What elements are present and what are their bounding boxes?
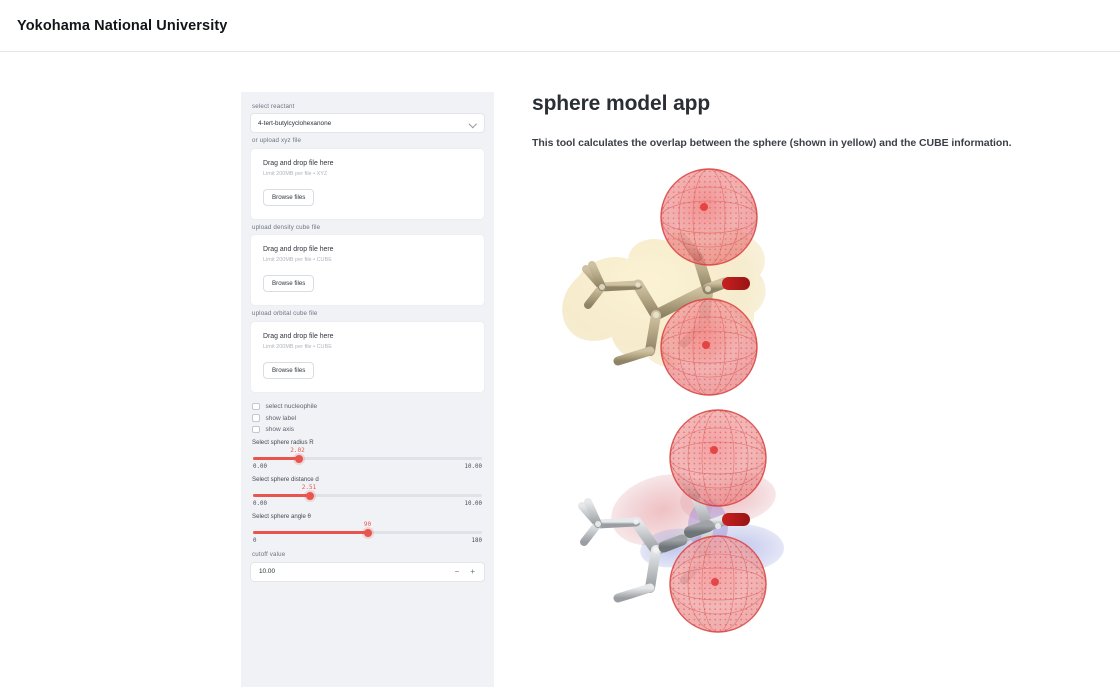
cutoff-number-input[interactable]: 10.00 − +	[250, 561, 485, 582]
density-cube-dropzone[interactable]: Drag and drop file here Limit 200MB per …	[250, 234, 485, 307]
slider-thumb[interactable]	[306, 491, 315, 500]
reactant-selected-value: 4-tert-butylcyclohexanone	[258, 119, 332, 127]
slider-max: 10.00	[464, 501, 482, 508]
reactant-label: select reactant	[252, 103, 295, 110]
slider-thumb[interactable]	[363, 528, 372, 537]
oxygen-atom	[722, 513, 750, 526]
density-cube-view[interactable]	[532, 165, 1120, 400]
chevron-down-icon	[470, 120, 477, 127]
slider-track-sphere-distance[interactable]	[253, 491, 482, 500]
slider-value: 2.02	[290, 447, 305, 455]
main-content: sphere model app This tool calculates th…	[532, 92, 1120, 635]
visualization-stack	[532, 165, 1120, 635]
slider-group-sphere-radius: Select sphere radius R 2.02 0.00 10.00	[250, 439, 485, 470]
density-cube-uploader-label: upload density cube file	[252, 223, 321, 231]
checkbox-icon	[252, 402, 260, 411]
checkbox-label: select nucleophile	[265, 403, 318, 410]
checkbox-show-label[interactable]: show label	[252, 414, 485, 422]
sphere-lower	[660, 298, 758, 396]
browse-files-button[interactable]: Browse files	[263, 188, 315, 206]
app-subtitle: This tool calculates the overlap between…	[532, 137, 1012, 149]
slider-fill	[253, 494, 311, 498]
browse-files-button[interactable]: Browse files	[263, 275, 315, 293]
density-molecule-svg	[562, 168, 766, 396]
slider-max: 10.00	[464, 464, 482, 471]
app-header: Yokohama National University	[0, 0, 1120, 52]
sidebar: select reactant 4-tert-butylcyclohexanon…	[241, 92, 494, 687]
checkbox-select-nucleophile[interactable]: select nucleophile	[252, 402, 485, 411]
slider-group-sphere-distance: Select sphere distance d 2.51 0.00 10.00	[250, 476, 485, 507]
orbital-molecule-svg	[578, 409, 784, 633]
slider-min: 0.00	[253, 464, 267, 471]
slider-label: Select sphere radius R	[252, 439, 314, 447]
cutoff-decrement-button[interactable]: −	[455, 567, 460, 576]
checkbox-icon	[252, 414, 260, 422]
dropzone-limit-text: Limit 200MB per file • CUBE	[263, 343, 332, 350]
browse-files-button[interactable]: Browse files	[263, 361, 315, 379]
slider-max: 180	[471, 538, 482, 545]
checkbox-icon	[252, 425, 260, 434]
dropzone-limit-text: Limit 200MB per file • XYZ	[263, 170, 328, 177]
checkbox-show-axis[interactable]: show axis	[252, 425, 485, 434]
orbital-cube-dropzone[interactable]: Drag and drop file here Limit 200MB per …	[250, 320, 485, 393]
slider-group-sphere-angle: Select sphere angle θ 90 0 180	[250, 513, 485, 544]
dropzone-main-text: Drag and drop file here	[263, 246, 334, 254]
slider-fill	[253, 531, 368, 535]
cutoff-label: cutoff value	[252, 551, 286, 559]
xyz-dropzone[interactable]: Drag and drop file here Limit 200MB per …	[250, 147, 485, 220]
checkbox-label: show label	[265, 414, 297, 422]
slider-fill	[253, 457, 300, 461]
checkbox-label: show axis	[265, 426, 295, 433]
dropzone-limit-text: Limit 200MB per file • CUBE	[263, 257, 332, 264]
slider-min: 0.00	[253, 501, 267, 508]
cutoff-increment-button[interactable]: +	[470, 567, 475, 576]
reactant-select[interactable]: 4-tert-butylcyclohexanone	[250, 113, 485, 134]
sphere-upper	[660, 168, 758, 266]
sphere-lower	[669, 535, 767, 633]
page-title: Yokohama National University	[17, 17, 228, 34]
xyz-uploader-label: or upload xyz file	[252, 137, 302, 145]
page-body: select reactant 4-tert-butylcyclohexanon…	[0, 52, 1120, 691]
slider-value: 90	[363, 521, 372, 529]
oxygen-atom	[722, 277, 750, 290]
slider-thumb[interactable]	[295, 454, 304, 463]
orbital-cube-view[interactable]	[532, 400, 1120, 635]
cutoff-value[interactable]: 10.00	[259, 568, 275, 575]
dropzone-main-text: Drag and drop file here	[263, 332, 334, 340]
app-title: sphere model app	[532, 92, 711, 115]
orbital-cube-uploader-label: upload orbital cube file	[252, 310, 318, 318]
slider-min: 0	[253, 538, 257, 545]
slider-track-sphere-angle[interactable]	[253, 528, 482, 537]
slider-label: Select sphere distance d	[252, 476, 319, 484]
slider-value: 2.51	[301, 484, 317, 492]
slider-label: Select sphere angle θ	[252, 513, 311, 521]
dropzone-main-text: Drag and drop file here	[263, 159, 334, 167]
sphere-upper	[669, 409, 767, 507]
slider-track-sphere-radius[interactable]	[253, 454, 482, 463]
